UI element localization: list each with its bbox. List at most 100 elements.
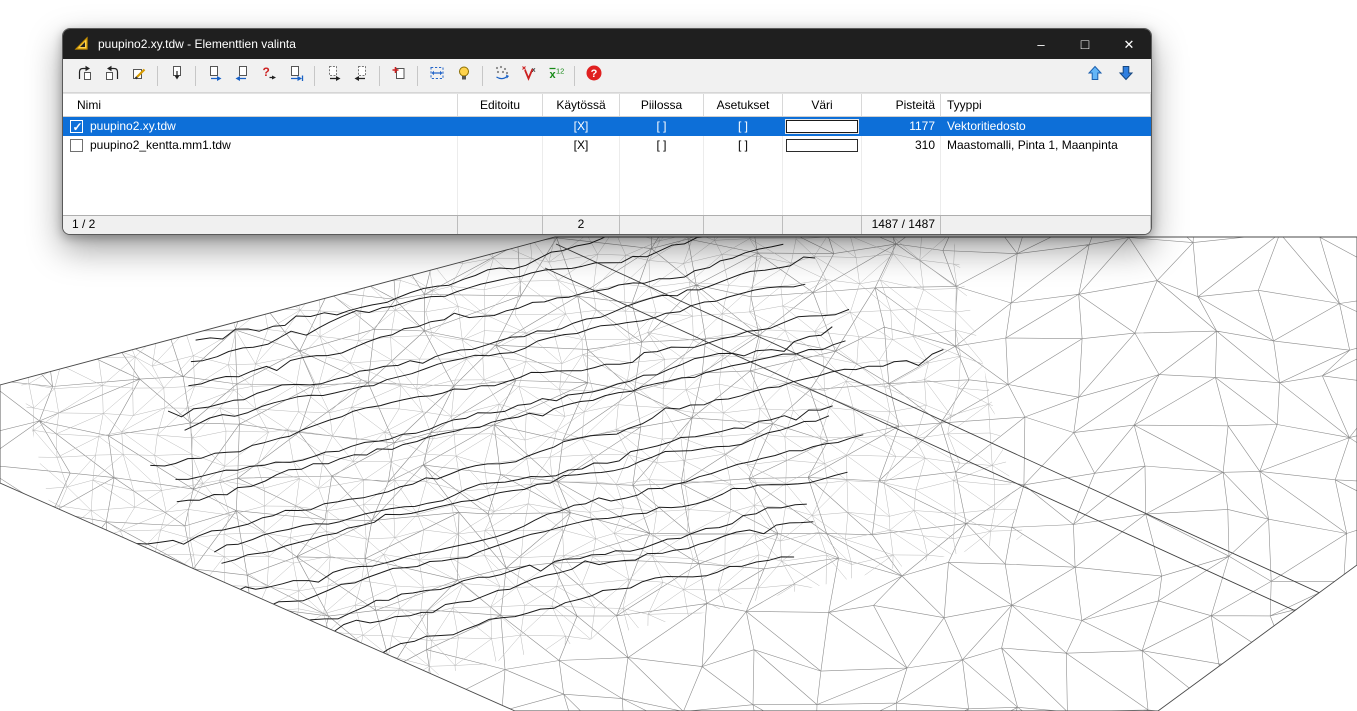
help-button[interactable]: ? [580, 63, 607, 88]
column-header-editoitu: Editoitu [458, 94, 543, 116]
table-row[interactable]: puupino2.xy.tdw [X] [ ] [ ] 1177 Vektori… [63, 117, 1151, 136]
close-button[interactable]: ✕ [1107, 29, 1151, 59]
select-by-dialog-button[interactable] [163, 63, 190, 88]
color-swatch[interactable] [786, 120, 858, 133]
toolbar-separator [574, 66, 575, 86]
column-header-kaytossa: Käytössä [543, 94, 620, 116]
cell-editoitu [458, 117, 543, 136]
table-empty-area [63, 155, 1151, 215]
cell-asetukset[interactable]: [ ] [704, 136, 783, 155]
add-file-button[interactable] [385, 63, 412, 88]
svg-text:12: 12 [556, 67, 564, 76]
move-to-previous-button[interactable] [347, 63, 374, 88]
cell-editoitu [458, 136, 543, 155]
edit-element-icon [130, 64, 148, 87]
column-header-nimi: Nimi [63, 94, 458, 116]
check-point-numbers-icon: x12 [547, 64, 565, 87]
cell-kaytossa[interactable]: [X] [543, 117, 620, 136]
arrow-down-icon [1117, 64, 1135, 87]
status-editoitu [458, 216, 543, 234]
toolbar-separator [379, 66, 380, 86]
move-file-up-button[interactable] [1081, 63, 1108, 88]
cell-tyyppi: Maastomalli, Pinta 1, Maanpinta [941, 136, 1151, 155]
cell-pisteita: 1177 [862, 117, 941, 136]
help-icon: ? [585, 64, 603, 87]
file-name: puupino2_kentta.mm1.tdw [90, 136, 231, 155]
cell-kaytossa[interactable]: [X] [543, 136, 620, 155]
fit-selection-icon [428, 64, 446, 87]
edit-element-button[interactable] [125, 63, 152, 88]
color-swatch[interactable] [786, 139, 858, 152]
copy-to-next-button[interactable] [201, 63, 228, 88]
copy-to-all-icon [287, 64, 305, 87]
column-header-pisteita: Pisteitä [862, 94, 941, 116]
svg-text:?: ? [262, 65, 269, 79]
copy-query-button[interactable]: ? [255, 63, 282, 88]
status-kaytossa: 2 [543, 216, 620, 234]
element-selection-dialog[interactable]: puupino2.xy.tdw - Elementtien valinta – … [62, 28, 1152, 235]
column-header-tyyppi: Tyyppi [941, 94, 1151, 116]
status-piilossa [620, 216, 704, 234]
status-tyyppi [941, 216, 1151, 234]
cell-tyyppi: Vektoritiedosto [941, 117, 1151, 136]
copy-to-next-icon [206, 64, 224, 87]
next-element-icon [103, 64, 121, 87]
file-order-controls [1081, 63, 1143, 88]
cell-piilossa[interactable]: [ ] [620, 136, 704, 155]
draw-selection-button[interactable] [450, 63, 477, 88]
toolbar-separator [482, 66, 483, 86]
svg-text:?: ? [590, 68, 597, 80]
app-logo-icon [74, 36, 90, 52]
toolbar-separator [195, 66, 196, 86]
window-titlebar: puupino2.xy.tdw - Elementtien valinta – … [63, 29, 1151, 59]
svg-text:x: x [532, 67, 536, 74]
close-icon: ✕ [1124, 38, 1135, 51]
row-checkbox[interactable] [70, 120, 83, 133]
copy-query-icon: ? [260, 64, 278, 87]
move-file-down-button[interactable] [1112, 63, 1139, 88]
check-point-numbers-button[interactable]: x12 [542, 63, 569, 88]
thin-points-icon [493, 64, 511, 87]
table-row[interactable]: puupino2_kentta.mm1.tdw [X] [ ] [ ] 310 … [63, 136, 1151, 155]
move-to-previous-icon [352, 64, 370, 87]
window-controls: – □ ✕ [1019, 29, 1151, 59]
column-header-asetukset: Asetukset [704, 94, 783, 116]
cell-pisteita: 310 [862, 136, 941, 155]
status-bar: 1 / 2 2 1487 / 1487 [63, 215, 1151, 234]
thin-points-button[interactable] [488, 63, 515, 88]
cell-asetukset[interactable]: [ ] [704, 117, 783, 136]
fit-selection-button[interactable] [423, 63, 450, 88]
add-file-icon [390, 64, 408, 87]
minimize-icon: – [1037, 38, 1044, 51]
toolbar: ? x x12 [63, 59, 1151, 93]
column-header-piilossa: Piilossa [620, 94, 704, 116]
cell-piilossa[interactable]: [ ] [620, 117, 704, 136]
toolbar-separator [417, 66, 418, 86]
move-to-next-icon [325, 64, 343, 87]
minimize-button[interactable]: – [1019, 29, 1063, 59]
column-header-vari: Väri [783, 94, 862, 116]
status-selection: 1 / 2 [63, 216, 458, 234]
previous-element-icon [76, 64, 94, 87]
move-to-next-button[interactable] [320, 63, 347, 88]
status-vari [783, 216, 862, 234]
copy-to-previous-button[interactable] [228, 63, 255, 88]
toolbar-separator [157, 66, 158, 86]
next-element-button[interactable] [98, 63, 125, 88]
row-checkbox[interactable] [70, 139, 83, 152]
file-name: puupino2.xy.tdw [90, 117, 176, 136]
draw-selection-icon [455, 64, 473, 87]
copy-to-previous-icon [233, 64, 251, 87]
status-asetukset [704, 216, 783, 234]
copy-to-all-button[interactable] [282, 63, 309, 88]
maximize-icon: □ [1081, 37, 1089, 51]
arrow-up-icon [1086, 64, 1104, 87]
check-codes-icon: x [520, 64, 538, 87]
previous-element-button[interactable] [71, 63, 98, 88]
toolbar-separator [314, 66, 315, 86]
select-by-dialog-icon [168, 64, 186, 87]
check-codes-button[interactable]: x [515, 63, 542, 88]
table-header: Nimi Editoitu Käytössä Piilossa Asetukse… [63, 94, 1151, 117]
window-title: puupino2.xy.tdw - Elementtien valinta [98, 37, 1019, 51]
maximize-button[interactable]: □ [1063, 29, 1107, 59]
